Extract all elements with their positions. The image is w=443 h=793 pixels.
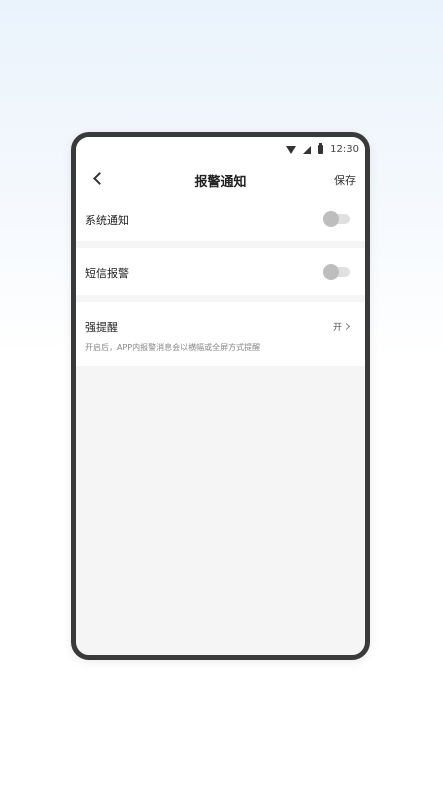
phone-frame: 12:30 报警通知 保存 系统通知 短信报警 强提醒 开 开启后，APP内报警…	[71, 132, 370, 660]
status-time: 12:30	[330, 144, 359, 155]
setting-label-system-notify: 系统通知	[85, 214, 129, 227]
setting-label-strong-remind: 强提醒	[85, 321, 118, 334]
page-title: 报警通知	[194, 175, 247, 190]
strong-remind-value: 开	[332, 323, 342, 333]
nav-bar: 报警通知 保存	[76, 165, 365, 195]
chevron-right-icon	[342, 322, 351, 331]
setting-row-system-notify: 系统通知	[76, 195, 365, 241]
wifi-icon	[286, 145, 297, 154]
sms-alarm-toggle[interactable]	[323, 264, 350, 280]
toggle-knob	[323, 264, 339, 280]
setting-label-sms-alarm: 短信报警	[85, 267, 129, 280]
toggle-knob	[323, 211, 339, 227]
signal-icon	[303, 145, 312, 154]
setting-row-sms-alarm: 短信报警	[76, 248, 365, 295]
save-button[interactable]: 保存	[334, 172, 356, 188]
strong-remind-description: 开启后，APP内报警消息会以横幅或全屏方式提醒	[85, 343, 261, 352]
setting-row-strong-remind[interactable]: 强提醒 开 开启后，APP内报警消息会以横幅或全屏方式提醒	[76, 302, 365, 366]
status-bar: 12:30	[76, 137, 365, 165]
battery-icon	[318, 143, 324, 154]
status-icons: 12:30	[286, 143, 359, 155]
system-notify-toggle[interactable]	[323, 211, 350, 227]
